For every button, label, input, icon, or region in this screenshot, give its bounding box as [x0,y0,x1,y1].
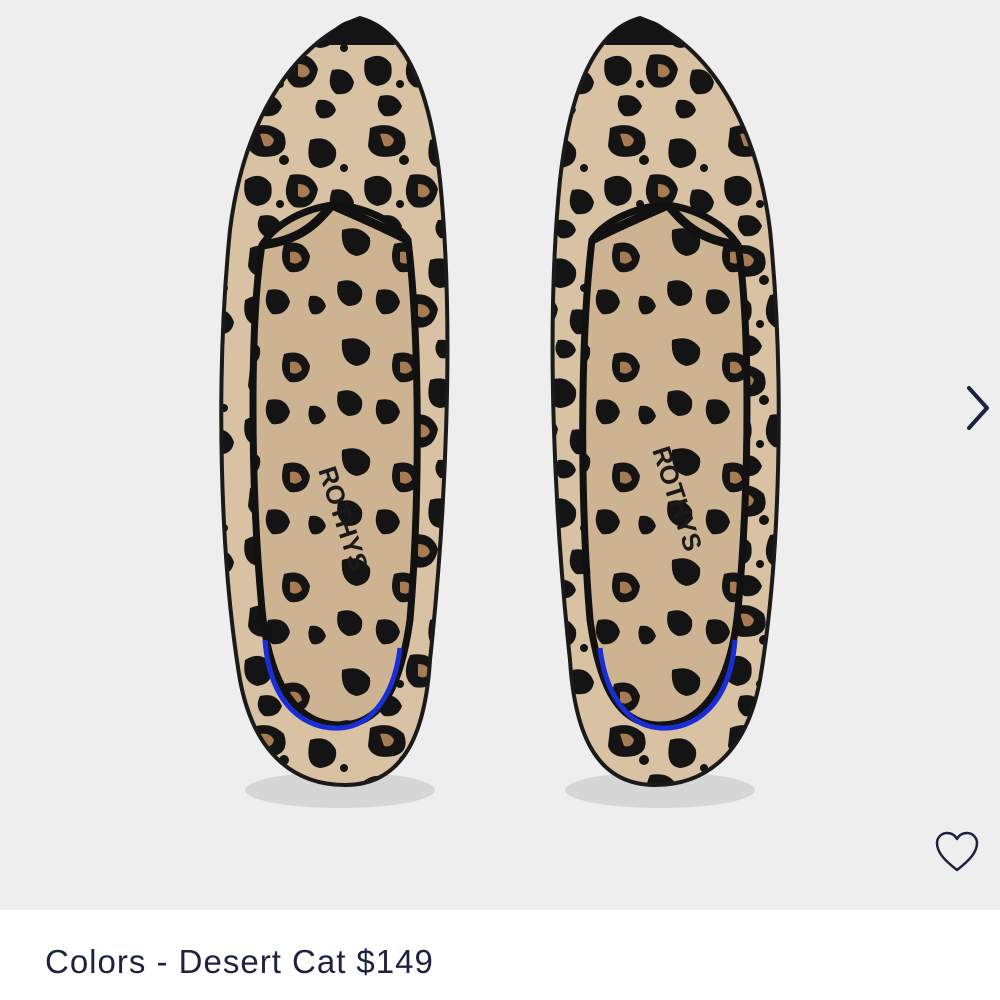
chevron-right-icon [967,386,989,430]
product-photo: ROTHYS ROTHYS [0,0,1000,910]
wishlist-button[interactable] [928,823,986,881]
product-caption: Colors - Desert Cat $149 [45,938,434,986]
next-image-button[interactable] [955,380,999,436]
heart-outline-icon [935,831,979,872]
left-shoe: ROTHYS [219,15,450,808]
color-name: Colors - Desert Cat [45,943,347,980]
product-card: ROTHYS ROTHYS Colors - Desert Cat $149 [0,0,1000,1000]
right-shoe: ROTHYS [550,15,781,808]
product-image-carousel[interactable]: ROTHYS ROTHYS [0,0,1000,910]
price: $149 [356,943,434,980]
